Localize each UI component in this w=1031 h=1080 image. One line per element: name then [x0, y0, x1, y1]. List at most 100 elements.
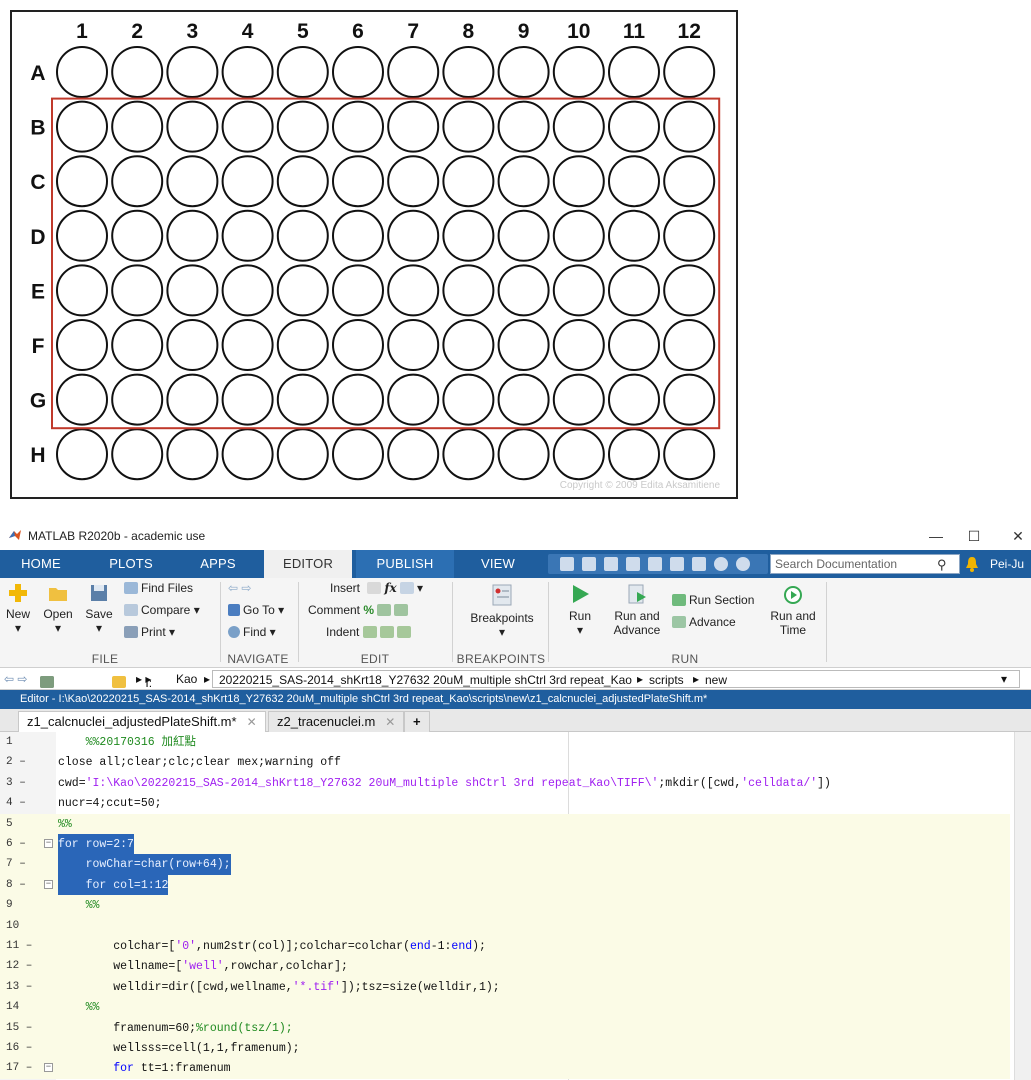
code-line[interactable]: 13 – welldir=dir([cwd,wellname,'*.tif'])…: [0, 976, 1010, 998]
breakpoints-button[interactable]: Breakpoints ▾: [462, 582, 542, 639]
column-label: 11: [623, 20, 646, 43]
forward-arrow-icon[interactable]: ⇨: [241, 581, 251, 595]
code-line[interactable]: 16 – wellsss=cell(1,1,framenum);: [0, 1038, 1010, 1059]
well-E10: [552, 264, 605, 317]
open-button[interactable]: Open ▾: [40, 582, 76, 635]
run-section-icon: [672, 594, 686, 606]
row-label: B: [30, 117, 45, 140]
goto-button[interactable]: Go To ▾: [228, 602, 284, 618]
fold-toggle-icon[interactable]: −: [44, 1063, 53, 1073]
tab-editor[interactable]: EDITOR: [264, 550, 352, 578]
code-line[interactable]: 9 %%: [0, 895, 1010, 917]
tab-plots[interactable]: PLOTS: [92, 550, 170, 578]
close-tab-icon[interactable]: ✕: [247, 715, 257, 729]
print-button[interactable]: Print ▾: [124, 624, 175, 640]
code-line[interactable]: 12 – wellname=['well',rowchar,colchar];: [0, 956, 1010, 978]
back-arrow-icon[interactable]: ⇦: [228, 581, 238, 595]
code-line[interactable]: 10: [0, 915, 1010, 937]
nav-arrows-icon[interactable]: ⇦ ⇨: [4, 672, 27, 686]
options-icon[interactable]: [736, 557, 750, 571]
insert-button[interactable]: Insert fx ▾: [330, 580, 423, 596]
well-B4: [221, 100, 274, 153]
run-section-button[interactable]: Run Section: [672, 592, 754, 608]
switch-windows-icon[interactable]: [692, 557, 706, 571]
code-line[interactable]: 14 %%: [0, 997, 1010, 1019]
well-E8: [442, 264, 495, 317]
undo-icon[interactable]: [648, 557, 662, 571]
tab-view[interactable]: VIEW: [460, 550, 536, 578]
new-button[interactable]: New ▾: [4, 582, 32, 635]
help-icon[interactable]: [714, 557, 728, 571]
code-line[interactable]: 5%%: [0, 813, 1010, 835]
code-line[interactable]: 1 %%20170316 加紅點: [0, 732, 1010, 753]
code-line[interactable]: 11 – colchar=['0',num2str(col)];colchar=…: [0, 936, 1010, 957]
ribbon-separator: [452, 582, 453, 662]
copy-icon[interactable]: [604, 557, 618, 571]
paste-icon[interactable]: [626, 557, 640, 571]
maximize-button[interactable]: ☐: [964, 526, 984, 546]
find-button[interactable]: Find ▾: [228, 624, 276, 640]
user-account-menu[interactable]: Pei-Ju: [990, 550, 1024, 578]
well-G5: [276, 373, 329, 426]
code-line[interactable]: 15 – framenum=60;%round(tsz/1);: [0, 1017, 1010, 1039]
well-C10: [552, 155, 605, 208]
line-number: 5: [6, 817, 13, 830]
code-line[interactable]: 17 – − for tt=1:framenum: [0, 1058, 1010, 1080]
code-line[interactable]: 4 – nucr=4;ccut=50;: [0, 793, 1010, 814]
path-field[interactable]: 20220215_SAS-2014_shKrt18_Y27632 20uM_mu…: [212, 670, 1020, 688]
code-editor[interactable]: 1 %%20170316 加紅點 2 – close all;clear;clc;c…: [0, 732, 1031, 1080]
compare-button[interactable]: Compare ▾: [124, 602, 200, 618]
breadcrumb-experiment[interactable]: 20220215_SAS-2014_shKrt18_Y27632 20uM_mu…: [219, 673, 632, 687]
code-text: wellsss=cell(1,1,framenum);: [58, 1042, 300, 1055]
advance-button[interactable]: Advance: [672, 614, 736, 630]
tab-publish[interactable]: PUBLISH: [356, 550, 454, 578]
run-button[interactable]: Run ▾: [560, 582, 600, 637]
cut-icon[interactable]: [582, 557, 596, 571]
run-and-time-button[interactable]: Run and Time: [764, 582, 822, 637]
fold-toggle-icon[interactable]: −: [44, 879, 53, 889]
run-and-advance-button[interactable]: Run and Advance: [606, 582, 668, 637]
breadcrumb-kao[interactable]: Kao: [176, 672, 197, 686]
editor-ribbon: New ▾ Open ▾ Save ▾ Find Files Compare ▾ Pr…: [0, 578, 1031, 668]
comment-button[interactable]: Comment %: [308, 602, 411, 618]
breadcrumb-drive[interactable]: ▸ I: ▸: [136, 672, 152, 690]
path-dropdown-icon[interactable]: ▾: [1001, 672, 1007, 686]
well-F5: [276, 319, 329, 371]
minimize-button[interactable]: —: [926, 526, 946, 546]
column-label: 10: [567, 20, 590, 43]
well-B11: [608, 100, 660, 153]
file-tab-z1[interactable]: z1_calcnuclei_adjustedPlateShift.m* ✕: [18, 711, 266, 732]
well-C7: [387, 155, 440, 208]
file-tab-z2[interactable]: z2_tracenuclei.m ✕: [268, 711, 405, 732]
save-button[interactable]: Save ▾: [82, 582, 116, 635]
breadcrumb-new[interactable]: new: [705, 673, 727, 687]
back-forward-buttons[interactable]: ⇦ ⇨: [228, 580, 251, 596]
well-B5: [276, 100, 329, 153]
close-tab-icon[interactable]: ✕: [385, 715, 395, 729]
vertical-scrollbar[interactable]: [1014, 732, 1031, 1080]
search-documentation-input[interactable]: Search Documentation ⚲: [770, 554, 960, 574]
column-label: 1: [76, 20, 88, 43]
code-line[interactable]: 2 – close all;clear;clc;clear mex;warning…: [0, 752, 1010, 773]
code-line[interactable]: 6 – − for row=2:7: [0, 834, 1010, 855]
line-number: 4 –: [6, 797, 26, 810]
code-line[interactable]: 8 – − for col=1:12: [0, 874, 1010, 896]
find-files-button[interactable]: Find Files: [124, 580, 193, 596]
save-icon[interactable]: [560, 557, 574, 571]
search-icon[interactable]: ⚲: [937, 556, 947, 574]
new-tab-button[interactable]: +: [404, 711, 430, 732]
close-button[interactable]: ✕: [1008, 526, 1028, 546]
line-number: 3 –: [6, 776, 26, 789]
tab-home[interactable]: HOME: [0, 550, 82, 578]
code-text: %%20170316 加紅點: [85, 736, 197, 749]
refresh-folder-icon[interactable]: [40, 676, 54, 688]
tab-apps[interactable]: APPS: [184, 550, 252, 578]
code-line[interactable]: 7 – rowChar=char(row+64);: [0, 854, 1010, 876]
fold-toggle-icon[interactable]: −: [44, 839, 53, 848]
breadcrumb-scripts[interactable]: scripts: [649, 673, 684, 687]
code-line[interactable]: 3 – cwd='I:\Kao\20220215_SAS-2014_shKrt18…: [0, 773, 1010, 794]
redo-icon[interactable]: [670, 557, 684, 571]
line-number: 9: [6, 899, 13, 912]
notification-bell-icon[interactable]: [964, 555, 980, 573]
indent-button[interactable]: Indent: [326, 624, 414, 640]
